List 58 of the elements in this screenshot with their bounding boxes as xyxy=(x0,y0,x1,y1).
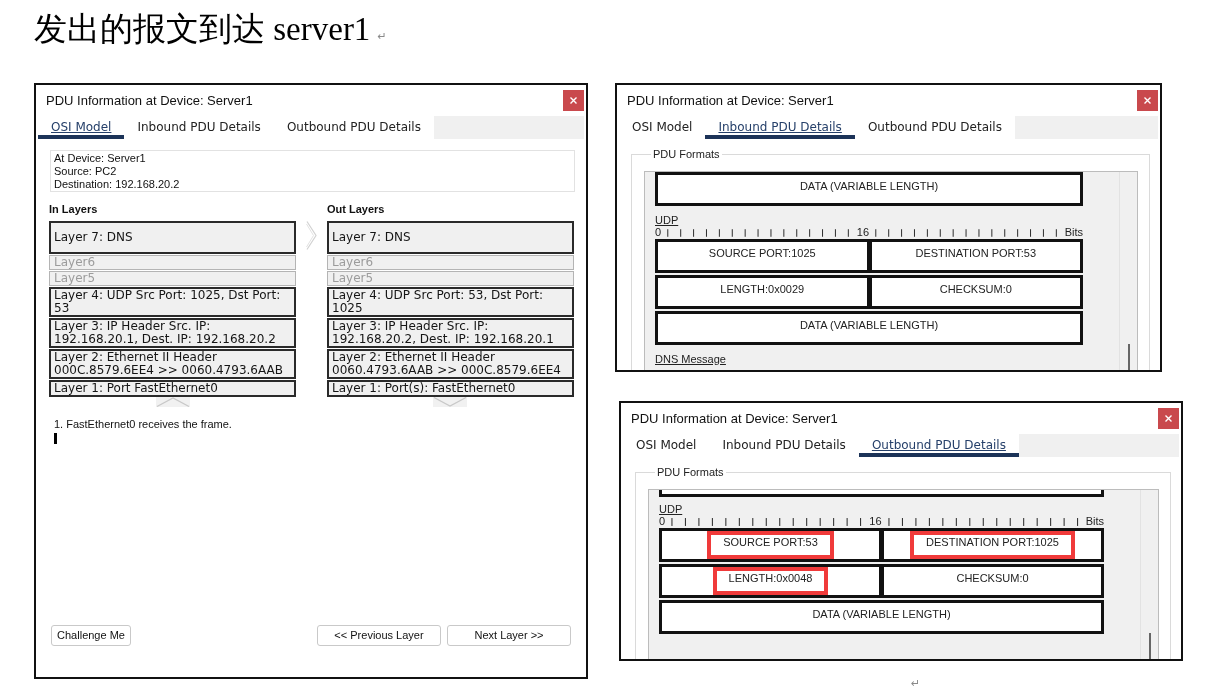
close-button[interactable] xyxy=(1137,90,1158,111)
field-label: SOURCE PORT:1025 xyxy=(708,247,816,260)
ruler-label: 16 xyxy=(856,226,869,238)
close-icon xyxy=(570,97,577,104)
step-log-field[interactable]: 1. FastEthernet0 receives the frame. xyxy=(54,418,572,625)
ruler-label: 0 xyxy=(659,515,666,527)
dialog-button[interactable]: Next Layer >> xyxy=(447,625,571,646)
layer-button[interactable]: Layer 2: Ethernet II Header 000C.8579.6EE4 >> 0060.4793.6AAB xyxy=(49,349,296,379)
ruler-label: Bits xyxy=(1064,226,1083,238)
layer-button[interactable]: Layer 7: DNS xyxy=(49,221,296,254)
section-label: DNS Message xyxy=(655,353,726,365)
layer-button[interactable]: Layer 2: Ethernet II Header 0060.4793.6AAB >> 000C.8579.6EE4 xyxy=(327,349,574,379)
field-label: LENGTH:0x0029 xyxy=(720,283,805,296)
field-label: CHECKSUM:0 xyxy=(956,572,1029,585)
field-label: CHECKSUM:0 xyxy=(939,283,1012,296)
section-label: UDP xyxy=(655,214,679,226)
ruler-label: 0 xyxy=(655,226,662,238)
field-label: DESTINATION PORT:1025 xyxy=(910,531,1075,559)
close-button[interactable] xyxy=(563,90,584,111)
text-cursor-icon xyxy=(54,433,57,444)
group-title: PDU Formats xyxy=(652,148,721,161)
window-title: PDU Information at Device: Server1 xyxy=(46,93,253,108)
page-heading: 发出的报文到达 server1 xyxy=(34,10,371,49)
dialog-button[interactable]: Challenge Me xyxy=(51,625,131,646)
field-label: DESTINATION PORT:53 xyxy=(915,247,1037,260)
chevron-down-icon[interactable] xyxy=(433,397,467,407)
chevron-right-icon xyxy=(306,221,317,250)
field-label: LENGTH:0x0048 xyxy=(712,567,829,595)
field-label: DATA (VARIABLE LENGTH) xyxy=(799,180,939,193)
layer-button[interactable]: Layer 3: IP Header Src. IP: 192.168.20.1, Dest. IP: 192.168.20.2 xyxy=(49,318,296,348)
close-icon xyxy=(1165,415,1172,422)
chevron-up-icon[interactable] xyxy=(155,397,190,407)
info-line: At Device: Server1 xyxy=(54,152,146,165)
window-title: PDU Information at Device: Server1 xyxy=(631,411,838,426)
info-line: Destination: 192.168.20.2 xyxy=(54,178,180,191)
layer-button[interactable]: Layer 3: IP Header Src. IP: 192.168.20.2, Dest. IP: 192.168.20.1 xyxy=(327,318,574,348)
field-label: SOURCE PORT:53 xyxy=(707,531,834,559)
field-label: DATA (VARIABLE LENGTH) xyxy=(799,319,939,332)
step-text: 1. FastEthernet0 receives the frame. xyxy=(54,418,232,431)
paragraph-mark: ↵ xyxy=(377,30,387,43)
ruler-label: Bits xyxy=(1085,515,1104,527)
layer-button[interactable]: Layer 4: UDP Src Port: 53, Dst Port: 1025 xyxy=(327,287,574,317)
info-line: Source: PC2 xyxy=(54,165,117,178)
field-label: DATA (VARIABLE LENGTH) xyxy=(812,608,951,621)
section-label: UDP xyxy=(659,503,683,515)
window-title: PDU Information at Device: Server1 xyxy=(627,93,834,108)
layer-button[interactable]: Layer 4: UDP Src Port: 1025, Dst Port: 53 xyxy=(49,287,296,317)
layer-column-title: In Layers xyxy=(49,203,98,216)
dialog-button[interactable]: << Previous Layer xyxy=(317,625,441,646)
group-title: PDU Formats xyxy=(656,466,725,479)
close-icon xyxy=(1144,97,1151,104)
ruler-label: 16 xyxy=(869,515,882,527)
layer-column-title: Out Layers xyxy=(327,203,385,216)
layer-button[interactable]: Layer 7: DNS xyxy=(327,221,574,254)
paragraph-mark: ↵ xyxy=(911,677,921,687)
close-button[interactable] xyxy=(1158,408,1179,429)
layer-button[interactable]: Layer 1: Port FastEthernet0 xyxy=(49,380,296,397)
layer-button[interactable]: Layer 1: Port(s): FastEthernet0 xyxy=(327,380,574,397)
